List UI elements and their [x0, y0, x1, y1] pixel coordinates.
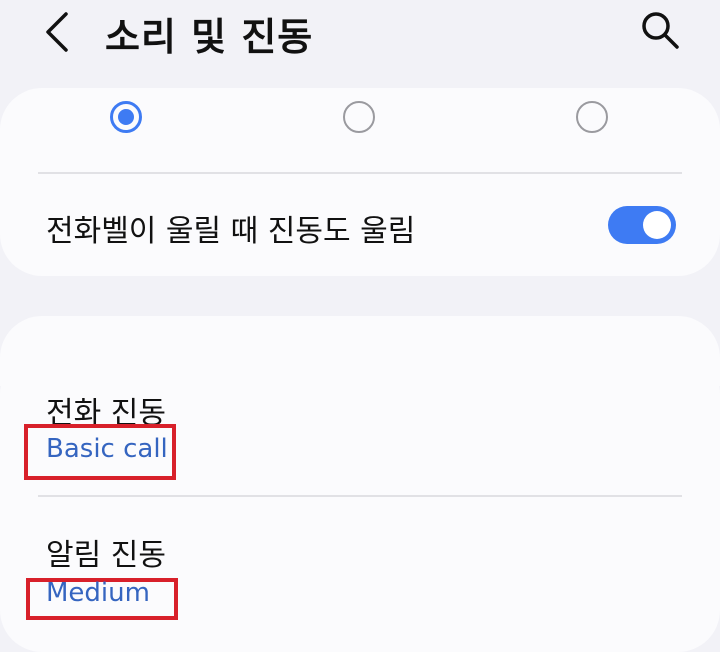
vibration-list-card: 전화 진동 Basic call 알림 진동 Medium	[0, 352, 720, 652]
pattern-option-2-radio[interactable]	[343, 101, 375, 133]
vibration-pattern-card: 전화벨이 울릴 때 진동도 울림	[0, 88, 720, 276]
page-title: 소리 및 진동	[105, 15, 314, 59]
list-item-notification-vibration[interactable]: 알림 진동 Medium	[0, 516, 720, 640]
pattern-option-1-radio[interactable]	[110, 101, 142, 133]
search-icon	[642, 12, 679, 49]
pattern-option-3-radio[interactable]	[576, 101, 608, 133]
divider	[38, 172, 682, 174]
list-item-call-vibration[interactable]: 전화 진동 Basic call	[0, 372, 720, 496]
ring-vibrate-toggle[interactable]	[608, 206, 676, 244]
back-button[interactable]	[40, 8, 80, 56]
toggle-knob	[643, 211, 671, 239]
header-bar: 소리 및 진동	[0, 0, 720, 80]
list-item-value: Medium	[46, 578, 150, 608]
chevron-left-icon	[46, 12, 68, 52]
list-item-value: Basic call	[46, 434, 168, 464]
ring-vibrate-label: 전화벨이 울릴 때 진동도 울림	[46, 214, 416, 249]
search-button[interactable]	[638, 8, 682, 52]
list-item-title: 알림 진동	[46, 538, 166, 573]
divider	[38, 495, 682, 497]
